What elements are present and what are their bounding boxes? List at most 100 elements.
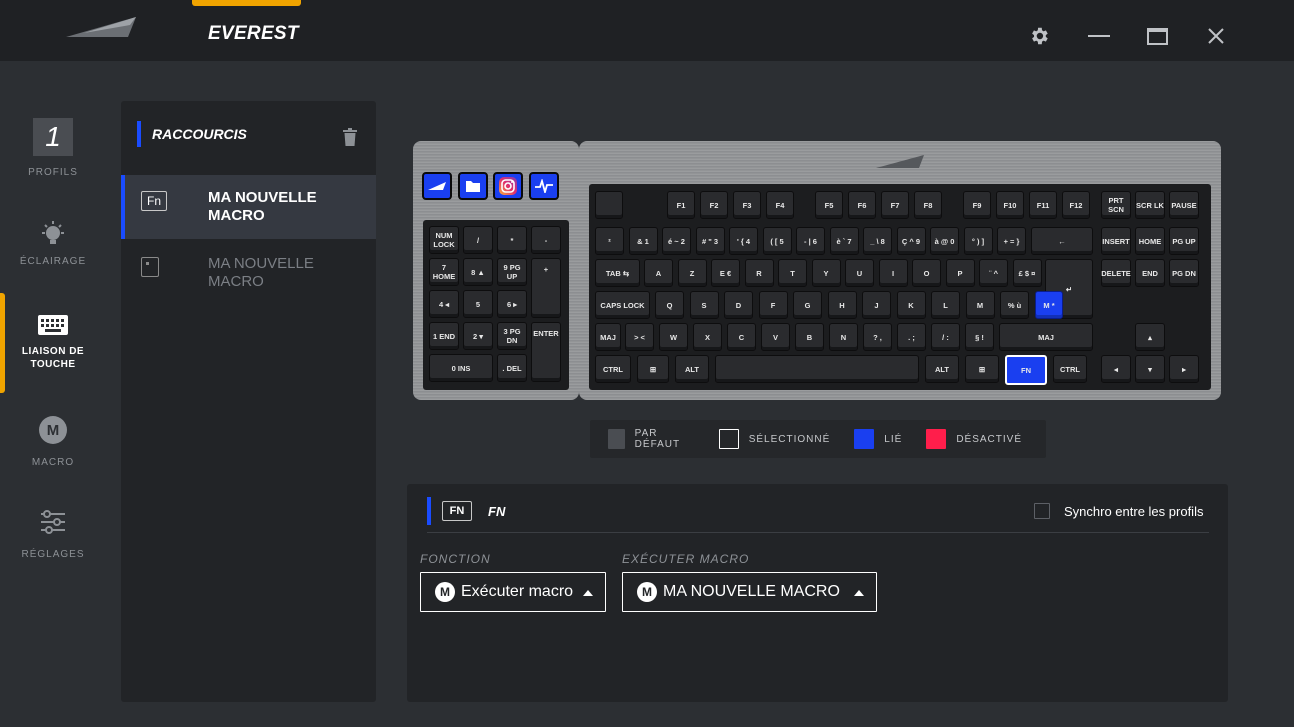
- key-row1-5[interactable]: ( [ 5: [762, 227, 792, 255]
- key-num-6[interactable]: 6 ▸: [497, 290, 527, 318]
- trash-icon[interactable]: [342, 128, 358, 146]
- key-f9[interactable]: F9: [963, 191, 991, 219]
- key-ralt[interactable]: ALT: [925, 355, 959, 383]
- key-rwin[interactable]: ⊞: [965, 355, 999, 383]
- key-num-7[interactable]: 7 HOME: [429, 258, 459, 286]
- key-up[interactable]: ▴: [1135, 323, 1165, 351]
- key-num-0[interactable]: 0 INS: [429, 354, 493, 382]
- key-pgup[interactable]: PG UP: [1169, 227, 1199, 255]
- media-key-folder[interactable]: [458, 172, 488, 200]
- key-row1-6[interactable]: - | 6: [796, 227, 825, 255]
- key-row3-6[interactable]: H: [827, 291, 857, 319]
- key-row4-3[interactable]: X: [693, 323, 722, 351]
- key-rshift[interactable]: MAJ: [999, 323, 1093, 351]
- key-num-multiply[interactable]: *: [497, 226, 527, 254]
- key-row2-7[interactable]: U: [845, 259, 874, 287]
- key-row1-0[interactable]: ²: [595, 227, 624, 255]
- key-row3-2[interactable]: S: [689, 291, 719, 319]
- key-end[interactable]: END: [1135, 259, 1165, 287]
- key-row1-3[interactable]: # " 3: [695, 227, 725, 255]
- key-f1[interactable]: F1: [667, 191, 695, 219]
- key-row4-9[interactable]: . ;: [897, 323, 926, 351]
- media-key-pulse[interactable]: [529, 172, 559, 200]
- key-row3-10[interactable]: M: [965, 291, 995, 319]
- media-key-logo[interactable]: [422, 172, 452, 200]
- key-f11[interactable]: F11: [1029, 191, 1057, 219]
- sync-checkbox[interactable]: [1034, 503, 1050, 519]
- key-f10[interactable]: F10: [996, 191, 1024, 219]
- key-row4-4[interactable]: C: [727, 323, 756, 351]
- key-row3-12[interactable]: M *: [1035, 291, 1063, 319]
- key-row2-2[interactable]: Z: [677, 259, 707, 287]
- key-row4-1[interactable]: > <: [625, 323, 654, 351]
- key-right[interactable]: ▸: [1169, 355, 1199, 383]
- key-row2-12[interactable]: £ $ ¤: [1012, 259, 1042, 287]
- key-row1-11[interactable]: ° ) ]: [963, 227, 993, 255]
- key-scrlk[interactable]: SCR LK: [1135, 191, 1165, 219]
- key-row2-9[interactable]: O: [912, 259, 941, 287]
- key-row3-3[interactable]: D: [724, 291, 753, 319]
- key-esc[interactable]: [595, 191, 623, 219]
- key-space[interactable]: [715, 355, 919, 383]
- key-row2-11[interactable]: ¨ ^: [979, 259, 1008, 287]
- key-f6[interactable]: F6: [848, 191, 876, 219]
- key-f8[interactable]: F8: [914, 191, 942, 219]
- settings-gear-icon[interactable]: [1025, 22, 1053, 50]
- key-num-3[interactable]: 3 PG DN: [497, 322, 527, 350]
- key-row2-3[interactable]: E €: [711, 259, 740, 287]
- nav-profiles[interactable]: 1 PROFILS: [0, 118, 106, 179]
- key-lalt[interactable]: ALT: [675, 355, 709, 383]
- key-pause[interactable]: PAUSE: [1169, 191, 1199, 219]
- key-row3-7[interactable]: J: [862, 291, 891, 319]
- key-lwin[interactable]: ⊞: [637, 355, 669, 383]
- key-row4-8[interactable]: ? ,: [863, 323, 892, 351]
- key-num-9[interactable]: 9 PG UP: [497, 258, 527, 286]
- key-numlock[interactable]: NUM LOCK: [429, 226, 459, 254]
- key-fn[interactable]: FN: [1005, 355, 1047, 385]
- key-home[interactable]: HOME: [1135, 227, 1165, 255]
- key-row4-6[interactable]: B: [795, 323, 824, 351]
- key-row3-9[interactable]: L: [931, 291, 960, 319]
- key-row3-1[interactable]: Q: [655, 291, 684, 319]
- nav-settings[interactable]: RÉGLAGES: [0, 508, 106, 561]
- key-num-1[interactable]: 1 END: [429, 322, 459, 350]
- key-row1-8[interactable]: _ \ 8: [863, 227, 892, 255]
- key-num-8[interactable]: 8 ▲: [463, 258, 493, 286]
- key-f12[interactable]: F12: [1062, 191, 1090, 219]
- key-num-divide[interactable]: /: [463, 226, 493, 254]
- shortcut-item-1[interactable]: Fn MA NOUVELLE MACRO: [121, 175, 376, 239]
- close-icon[interactable]: [1202, 22, 1230, 50]
- key-f7[interactable]: F7: [881, 191, 909, 219]
- media-key-instagram[interactable]: [493, 172, 523, 200]
- key-row1-7[interactable]: è ` 7: [829, 227, 859, 255]
- key-row1-4[interactable]: ' { 4: [729, 227, 758, 255]
- key-lshift[interactable]: MAJ: [595, 323, 621, 351]
- key-num-4[interactable]: 4 ◂: [429, 290, 459, 318]
- key-num-decimal[interactable]: . DEL: [497, 354, 527, 382]
- key-num-minus[interactable]: -: [531, 226, 561, 254]
- key-row4-11[interactable]: § !: [965, 323, 994, 351]
- key-row4-5[interactable]: V: [761, 323, 790, 351]
- key-row4-2[interactable]: W: [659, 323, 688, 351]
- key-num-5[interactable]: 5: [463, 290, 493, 318]
- key-f3[interactable]: F3: [733, 191, 761, 219]
- key-row2-5[interactable]: T: [778, 259, 807, 287]
- key-pgdn[interactable]: PG DN: [1169, 259, 1199, 287]
- key-row1-10[interactable]: à @ 0: [930, 227, 959, 255]
- key-left[interactable]: ◂: [1101, 355, 1131, 383]
- key-row3-8[interactable]: K: [896, 291, 926, 319]
- function-select[interactable]: M Exécuter macro: [420, 572, 606, 612]
- key-row1-2[interactable]: é ~ 2: [662, 227, 691, 255]
- key-insert[interactable]: INSERT: [1101, 227, 1131, 255]
- maximize-icon[interactable]: [1143, 22, 1171, 50]
- key-row3-11[interactable]: % ù: [1000, 291, 1029, 319]
- key-f4[interactable]: F4: [766, 191, 794, 219]
- key-row2-8[interactable]: I: [878, 259, 908, 287]
- minimize-icon[interactable]: [1085, 22, 1113, 50]
- key-row4-10[interactable]: / :: [931, 323, 960, 351]
- key-row2-6[interactable]: Y: [811, 259, 841, 287]
- key-lctrl[interactable]: CTRL: [595, 355, 631, 383]
- key-row3-4[interactable]: F: [758, 291, 788, 319]
- macro-select[interactable]: M MA NOUVELLE MACRO: [622, 572, 877, 612]
- sync-profiles-option[interactable]: Synchro entre les profils: [1034, 503, 1203, 519]
